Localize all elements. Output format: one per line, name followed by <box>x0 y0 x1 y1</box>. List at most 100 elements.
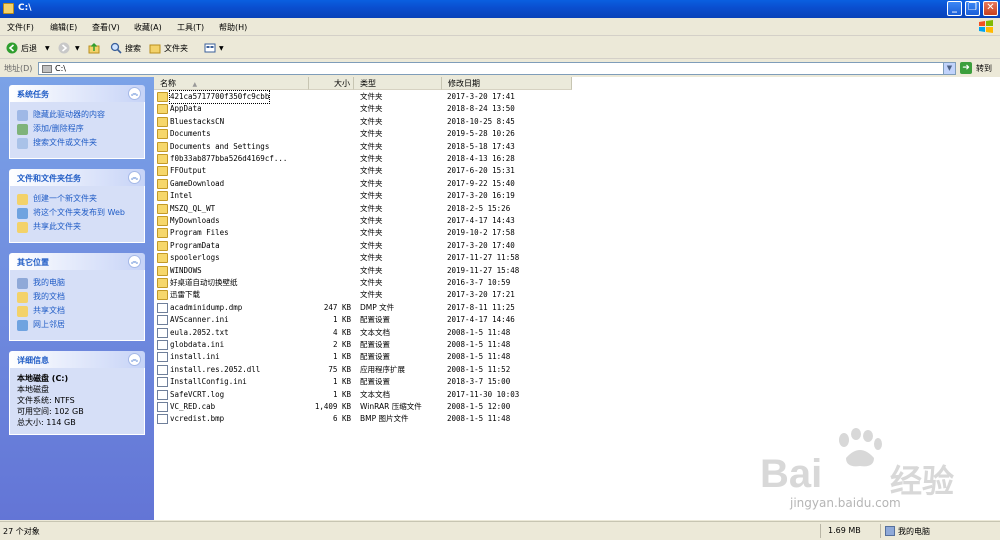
system-tasks-panel: 系统任务 ︽ 隐藏此驱动器的内容 添加/删除程序 搜索文件或文件夹 <box>9 85 145 159</box>
other-places-header[interactable]: 其它位置 ︽ <box>9 253 145 270</box>
file-name: 好桌道自动切换壁纸 <box>170 278 238 287</box>
system-tasks-header[interactable]: 系统任务 ︽ <box>9 85 145 102</box>
go-arrow-icon: ➜ <box>960 62 972 74</box>
go-button[interactable]: ➜ 转到 <box>960 62 992 74</box>
column-header-name[interactable]: 名称 ▲ <box>154 77 309 90</box>
folders-icon <box>149 44 161 54</box>
file-row[interactable]: vcredist.bmp 6 KB BMP 图片文件 2008-1-5 11:48 <box>154 413 1000 425</box>
file-name: VC_RED.cab <box>170 402 216 411</box>
file-date: 2017-3-20 17:41 <box>447 92 515 101</box>
folder-row[interactable]: 421ca5717700f350fc9cbb 文件夹 2017-3-20 17:41 <box>154 90 1000 104</box>
column-header-date[interactable]: 修改日期 <box>442 77 572 90</box>
forward-button[interactable]: ▼ <box>58 41 80 55</box>
task-share-folder[interactable]: 共享此文件夹 <box>17 222 137 233</box>
folder-icon <box>157 154 168 164</box>
file-date: 2008-1-5 12:00 <box>447 402 511 411</box>
file-name: WINDOWS <box>170 265 202 275</box>
file-type: BMP 图片文件 <box>360 414 409 424</box>
file-date: 2019-10-2 17:58 <box>447 228 515 238</box>
folder-row[interactable]: 迅雷下载 文件夹 2017-3-20 17:21 <box>154 289 1000 301</box>
column-header-size[interactable]: 大小 <box>309 77 354 90</box>
folder-row[interactable]: WINDOWS 文件夹 2019-11-27 15:48 <box>154 265 1000 277</box>
forward-dropdown-icon[interactable]: ▼ <box>75 45 80 52</box>
column-header-type[interactable]: 类型 <box>354 77 442 90</box>
file-row[interactable]: eula.2052.txt 4 KB 文本文档 2008-1-5 11:48 <box>154 327 1000 339</box>
place-my-computer[interactable]: 我的电脑 <box>17 278 137 289</box>
file-row[interactable]: AVScanner.ini 1 KB 配置设置 2017-4-17 14:46 <box>154 314 1000 326</box>
folder-row[interactable]: MyDownloads 文件夹 2017-4-17 14:43 <box>154 215 1000 227</box>
menu-help[interactable]: 帮助(H) <box>219 22 247 33</box>
add-remove-icon <box>17 124 28 135</box>
up-folder-button[interactable] <box>88 41 103 55</box>
folder-row[interactable]: spoolerlogs 文件夹 2017-11-27 11:58 <box>154 252 1000 264</box>
status-separator <box>820 524 821 538</box>
file-name: GameDownload <box>170 178 225 188</box>
hide-contents-icon <box>17 110 28 121</box>
collapse-chevron-icon[interactable]: ︽ <box>128 353 141 366</box>
file-date: 2018-10-25 8:45 <box>447 116 515 126</box>
folder-row[interactable]: AppData 文件夹 2018-8-24 13:50 <box>154 103 1000 115</box>
task-publish-web[interactable]: 将这个文件夹发布到 Web <box>17 208 137 219</box>
title-bar: C:\ _ ❐ ✕ <box>0 0 1000 18</box>
paw-logo-icon <box>839 428 882 467</box>
folder-row[interactable]: Documents 文件夹 2019-5-28 10:26 <box>154 128 1000 140</box>
file-row[interactable]: VC_RED.cab 1,409 KB WinRAR 压缩文件 2008-1-5 12… <box>154 401 1000 413</box>
menu-view[interactable]: 查看(V) <box>92 22 120 33</box>
file-date: 2019-11-27 15:48 <box>447 265 520 275</box>
folder-row[interactable]: ProgramData 文件夹 2017-3-20 17:40 <box>154 240 1000 252</box>
folder-row[interactable]: 好桌道自动切换壁纸 文件夹 2016-3-7 10:59 <box>154 277 1000 289</box>
minimize-button[interactable]: _ <box>947 1 962 16</box>
task-hide-drive-contents[interactable]: 隐藏此驱动器的内容 <box>17 110 137 121</box>
menu-tools[interactable]: 工具(T) <box>177 22 204 33</box>
place-shared-documents[interactable]: 共享文档 <box>17 306 137 317</box>
file-row[interactable]: InstallConfig.ini 1 KB 配置设置 2018-3-7 15:00 <box>154 376 1000 388</box>
folder-row[interactable]: BluestacksCN 文件夹 2018-10-25 8:45 <box>154 116 1000 128</box>
file-icon <box>157 377 168 388</box>
place-network[interactable]: 网上邻居 <box>17 320 137 331</box>
detail-name: 本地磁盘 (C:) <box>17 374 69 383</box>
folder-row[interactable]: MSZQ_QL_WT 文件夹 2018-2-5 15:26 <box>154 203 1000 215</box>
task-new-folder[interactable]: 创建一个新文件夹 <box>17 194 137 205</box>
file-tasks-header[interactable]: 文件和文件夹任务 ︽ <box>9 169 145 186</box>
back-dropdown-icon[interactable]: ▼ <box>45 45 50 52</box>
folders-button[interactable]: 文件夹 <box>149 41 188 55</box>
collapse-chevron-icon[interactable]: ︽ <box>128 87 141 100</box>
task-add-remove-programs[interactable]: 添加/删除程序 <box>17 124 137 135</box>
details-header[interactable]: 详细信息 ︽ <box>9 351 145 368</box>
search-icon <box>110 42 122 54</box>
maximize-button[interactable]: ❐ <box>965 1 980 16</box>
address-dropdown-icon[interactable]: ▼ <box>943 63 955 74</box>
task-search-files[interactable]: 搜索文件或文件夹 <box>17 138 137 149</box>
back-button[interactable]: 后退 ▼ <box>6 41 50 55</box>
file-date: 2017-3-20 17:40 <box>447 240 515 250</box>
file-name: ProgramData <box>170 240 220 250</box>
close-button[interactable]: ✕ <box>983 1 998 16</box>
collapse-chevron-icon[interactable]: ︽ <box>128 255 141 268</box>
file-row[interactable]: globdata.ini 2 KB 配置设置 2008-1-5 11:48 <box>154 339 1000 351</box>
folder-row[interactable]: GameDownload 文件夹 2017-9-22 15:40 <box>154 178 1000 190</box>
file-row[interactable]: install.res.2052.dll 75 KB 应用程序扩展 2008-1-5 … <box>154 364 1000 376</box>
folder-row[interactable]: Program Files 文件夹 2019-10-2 17:58 <box>154 227 1000 239</box>
file-date: 2008-1-5 11:48 <box>447 414 511 424</box>
folder-icon <box>157 178 168 189</box>
collapse-chevron-icon[interactable]: ︽ <box>128 171 141 184</box>
search-button[interactable]: 搜索 <box>110 41 141 55</box>
file-type: 配置设置 <box>360 377 390 387</box>
file-row[interactable]: install.ini 1 KB 配置设置 2008-1-5 11:48 <box>154 351 1000 363</box>
views-button[interactable]: ▼ <box>204 41 224 55</box>
address-input[interactable]: C:\ ▼ <box>38 62 956 75</box>
file-name: SafeVCRT.log <box>170 389 225 399</box>
folder-row[interactable]: FFOutput 文件夹 2017-6-20 15:31 <box>154 165 1000 177</box>
file-date: 2008-1-5 11:48 <box>447 327 511 337</box>
folder-row[interactable]: f0b33ab877bba526d4169cf... 文件夹 2018-4-13 1… <box>154 153 1000 165</box>
file-row[interactable]: acadminidump.dmp 247 KB DMP 文件 2017-8-11 11… <box>154 302 1000 314</box>
views-icon <box>204 43 216 53</box>
folder-row[interactable]: Intel 文件夹 2017-3-20 16:19 <box>154 190 1000 202</box>
menu-file[interactable]: 文件(F) <box>7 22 34 33</box>
place-my-documents[interactable]: 我的文档 <box>17 292 137 303</box>
folder-row[interactable]: Documents and Settings 文件夹 2018-5-18 17:43 <box>154 141 1000 153</box>
file-row[interactable]: SafeVCRT.log 1 KB 文本文档 2017-11-30 10:03 <box>154 389 1000 401</box>
menu-edit[interactable]: 编辑(E) <box>50 22 77 33</box>
menu-favorites[interactable]: 收藏(A) <box>134 22 162 33</box>
file-name: MSZQ_QL_WT <box>170 203 216 213</box>
